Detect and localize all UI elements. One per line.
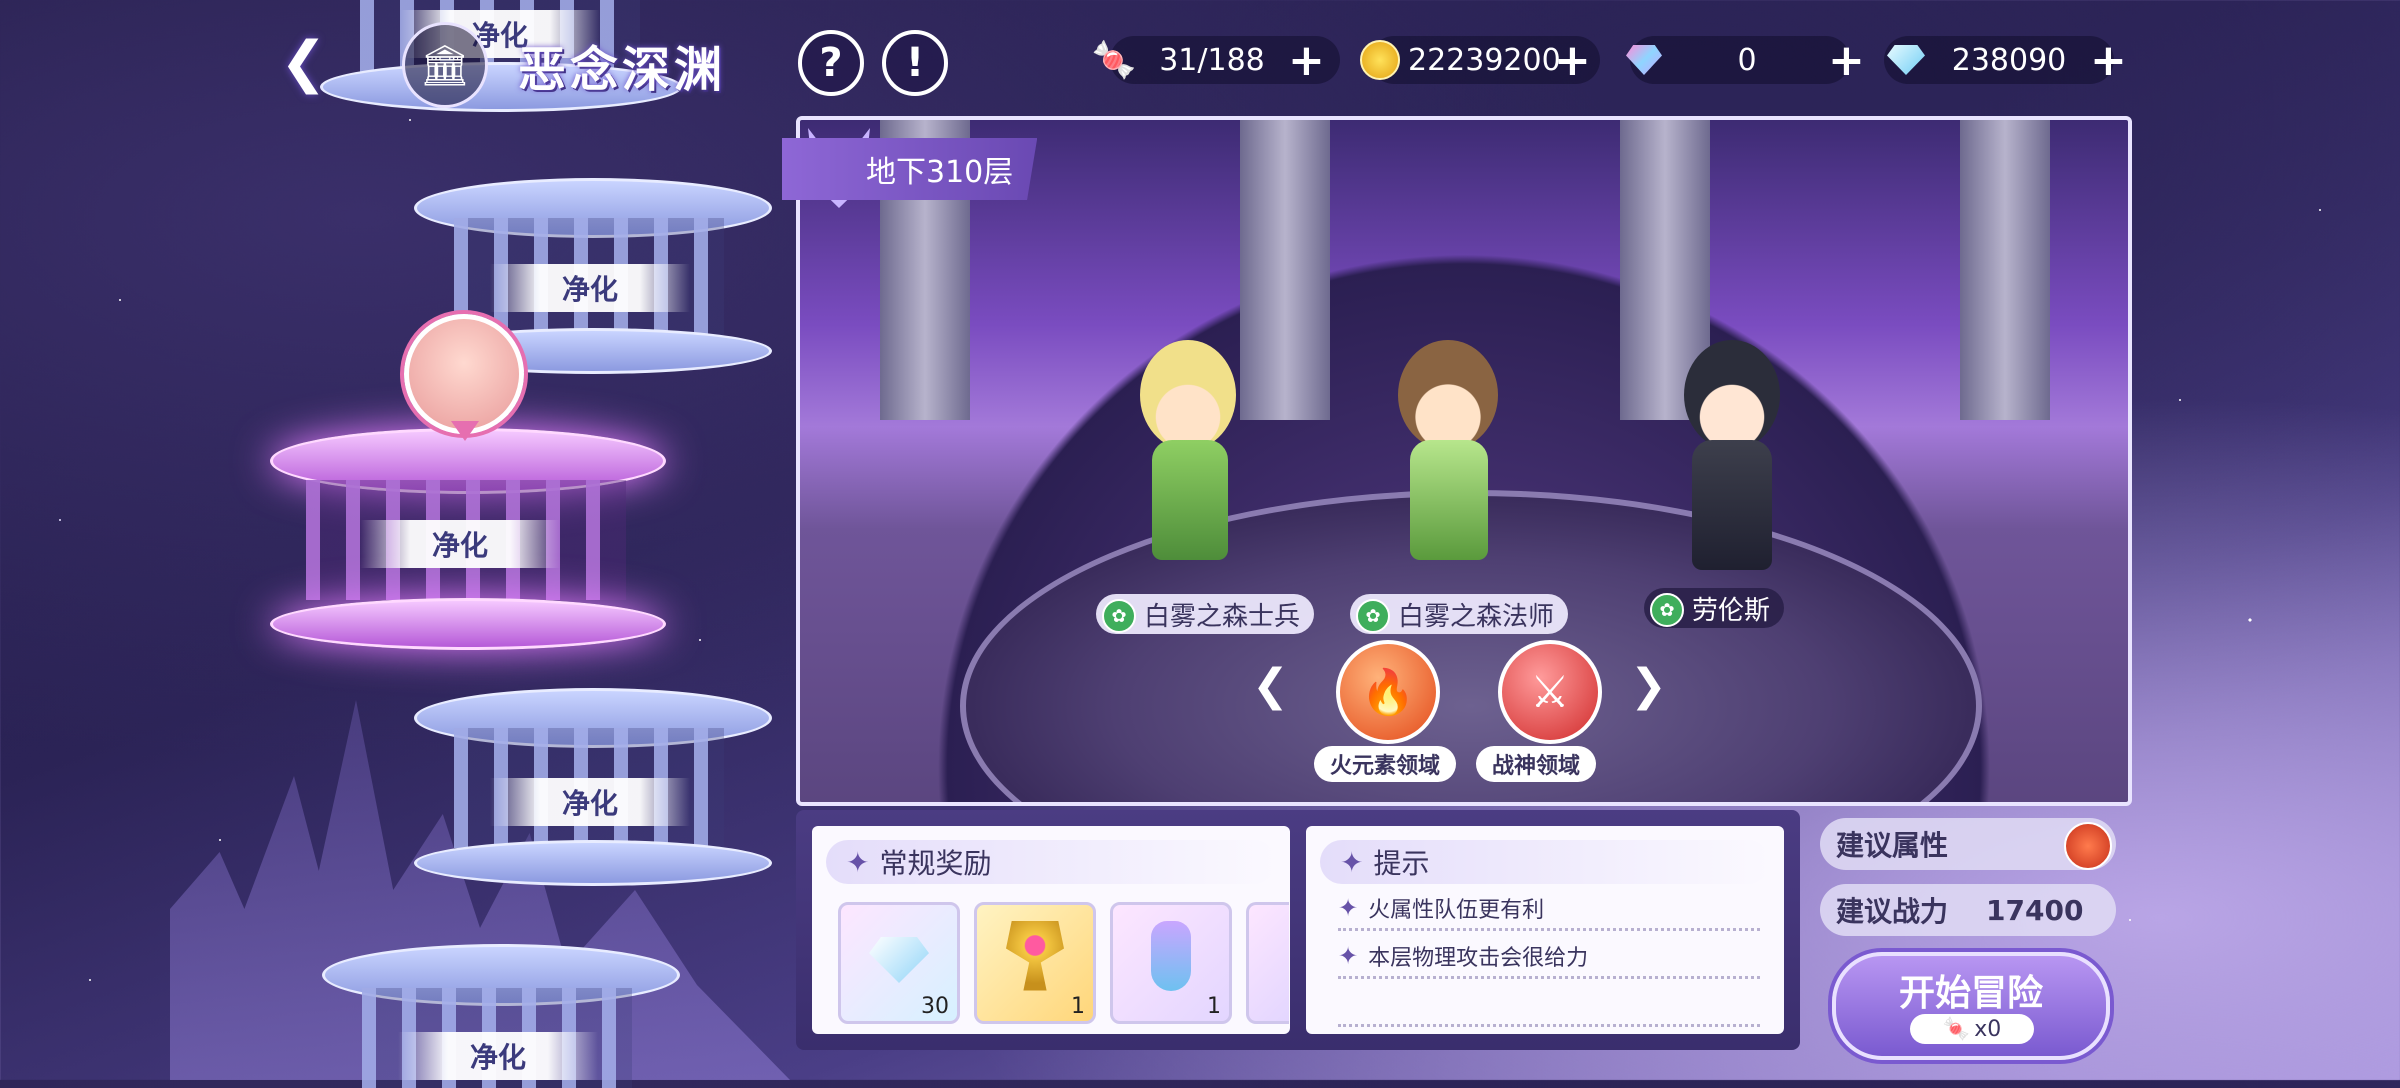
floor-tier-5[interactable]: 净化 — [322, 944, 682, 1088]
question-icon: ? — [819, 40, 843, 86]
start-adventure-button[interactable]: 开始冒险 🍬 x0 — [1832, 952, 2110, 1060]
arrow-right-decoration: ❯ — [1630, 660, 1667, 711]
suggested-power: 建议战力 17400 — [1820, 884, 2116, 936]
reward-item-partial[interactable] — [1246, 902, 1289, 1024]
suggested-attribute-label: 建议属性 — [1836, 829, 1949, 862]
tip-line-empty — [1338, 984, 1760, 1027]
floor-status-label: 净化 — [398, 1032, 598, 1080]
fire-domain-orb[interactable]: 🔥 — [1336, 640, 1440, 744]
gem-resource: 238090 + — [1878, 34, 2127, 86]
paid-gem-resource: 0 + — [1616, 34, 1865, 86]
arrow-left-decoration: ❮ — [1252, 660, 1289, 711]
reward-count: 30 — [921, 994, 949, 1019]
tips-title: 提示 — [1373, 847, 1430, 880]
reward-item[interactable]: 1 — [1110, 902, 1232, 1024]
notice-button[interactable]: ! — [882, 30, 948, 96]
reward-count: 1 — [1207, 994, 1221, 1019]
sparkle-icon: ✦ — [1338, 894, 1359, 922]
enemy-mage-sprite[interactable] — [1388, 340, 1508, 600]
stage-preview: ✿ 白雾之森士兵 ✿ 白雾之森法师 ✿ 劳伦斯 ❮ ❯ 🔥 ⚔ 火元素领域 战神… — [796, 116, 2132, 806]
floor-tier-current[interactable]: 净化 — [266, 420, 666, 660]
candy-icon: 🍬 — [1091, 40, 1137, 81]
floor-status-label: 净化 — [490, 264, 690, 312]
floor-badge: 地下310层 — [782, 138, 1038, 200]
exclamation-icon: ! — [905, 40, 925, 86]
add-paid-gem-button[interactable]: + — [1828, 35, 1865, 86]
reward-count: 1 — [1071, 994, 1085, 1019]
rewards-card: ✦ 常规奖励 30 1 1 — [812, 826, 1290, 1034]
add-gem-button[interactable]: + — [2090, 35, 2127, 86]
sparkle-icon: ✦ — [846, 845, 870, 879]
tip-line: ✦ 火属性队伍更有利 — [1338, 888, 1760, 931]
help-button[interactable]: ? — [798, 30, 864, 96]
player-avatar-marker — [404, 314, 524, 441]
enemy-name-tag: ✿ 白雾之森士兵 — [1096, 594, 1315, 634]
rainbow-gem-icon — [1616, 34, 1672, 86]
suggested-attribute: 建议属性 — [1820, 818, 2116, 870]
suggested-power-label: 建议战力 — [1836, 895, 1949, 928]
paid-gem-value: 0 — [1737, 42, 1757, 78]
wind-element-icon: ✿ — [1356, 599, 1390, 633]
reward-item[interactable]: 30 — [838, 902, 960, 1024]
sparkle-icon: ✦ — [1338, 942, 1359, 970]
page-title: 恶念深渊 — [518, 42, 727, 98]
add-gold-button[interactable]: + — [1554, 35, 1591, 86]
reward-item[interactable]: 1 — [974, 902, 1096, 1024]
diamond-icon — [1878, 34, 1934, 86]
war-domain-orb[interactable]: ⚔ — [1498, 640, 1602, 744]
castle-icon: 🏛 — [402, 22, 488, 108]
enemy-name-tag: ✿ 白雾之森法师 — [1350, 594, 1569, 634]
back-button[interactable]: ❮ — [280, 28, 350, 98]
suggested-power-value: 17400 — [1986, 893, 2084, 927]
floor-status-label: 净化 — [360, 520, 560, 568]
gem-value: 238090 — [1951, 42, 2067, 78]
tip-line: ✦ 本层物理攻击会很给力 — [1338, 936, 1760, 979]
rewards-title: 常规奖励 — [879, 847, 992, 880]
fire-icon — [2064, 822, 2112, 870]
potion-icon — [1151, 920, 1191, 1006]
stamina-resource: 🍬 31/188 + — [1086, 34, 1325, 86]
tips-card: ✦ 提示 ✦ 火属性队伍更有利 ✦ 本层物理攻击会很给力 — [1306, 826, 1784, 1034]
stamina-value: 31/188 — [1159, 42, 1265, 78]
wind-element-icon: ✿ — [1650, 593, 1684, 627]
start-cost: 🍬 x0 — [1910, 1014, 2034, 1044]
floor-tier-4[interactable]: 净化 — [414, 688, 774, 898]
golden-crest-icon — [1006, 920, 1064, 1006]
fire-icon: 🔥 — [1360, 667, 1416, 718]
enemy-soldier-sprite[interactable] — [1130, 340, 1250, 600]
wind-element-icon: ✿ — [1102, 599, 1136, 633]
candy-icon: 🍬 — [1942, 1016, 1971, 1042]
sparkle-icon: ✦ — [1340, 845, 1364, 879]
start-button-label: 开始冒险 — [1898, 972, 2043, 1014]
floor-status-label: 净化 — [490, 778, 690, 826]
add-stamina-button[interactable]: + — [1288, 35, 1325, 86]
gold-resource: 22239200 + — [1352, 34, 1591, 86]
domain-label: 火元素领域 — [1314, 746, 1457, 782]
enemy-lawrence-sprite[interactable] — [1670, 340, 1790, 600]
sword-icon: ⚔ — [1530, 666, 1570, 718]
chevron-left-icon: ❮ — [280, 30, 327, 95]
domain-label: 战神领域 — [1476, 746, 1597, 782]
enemy-name-tag: ✿ 劳伦斯 — [1644, 588, 1785, 628]
coin-icon — [1352, 34, 1408, 86]
diamond-icon — [869, 928, 929, 998]
gold-value: 22239200 — [1408, 42, 1561, 78]
